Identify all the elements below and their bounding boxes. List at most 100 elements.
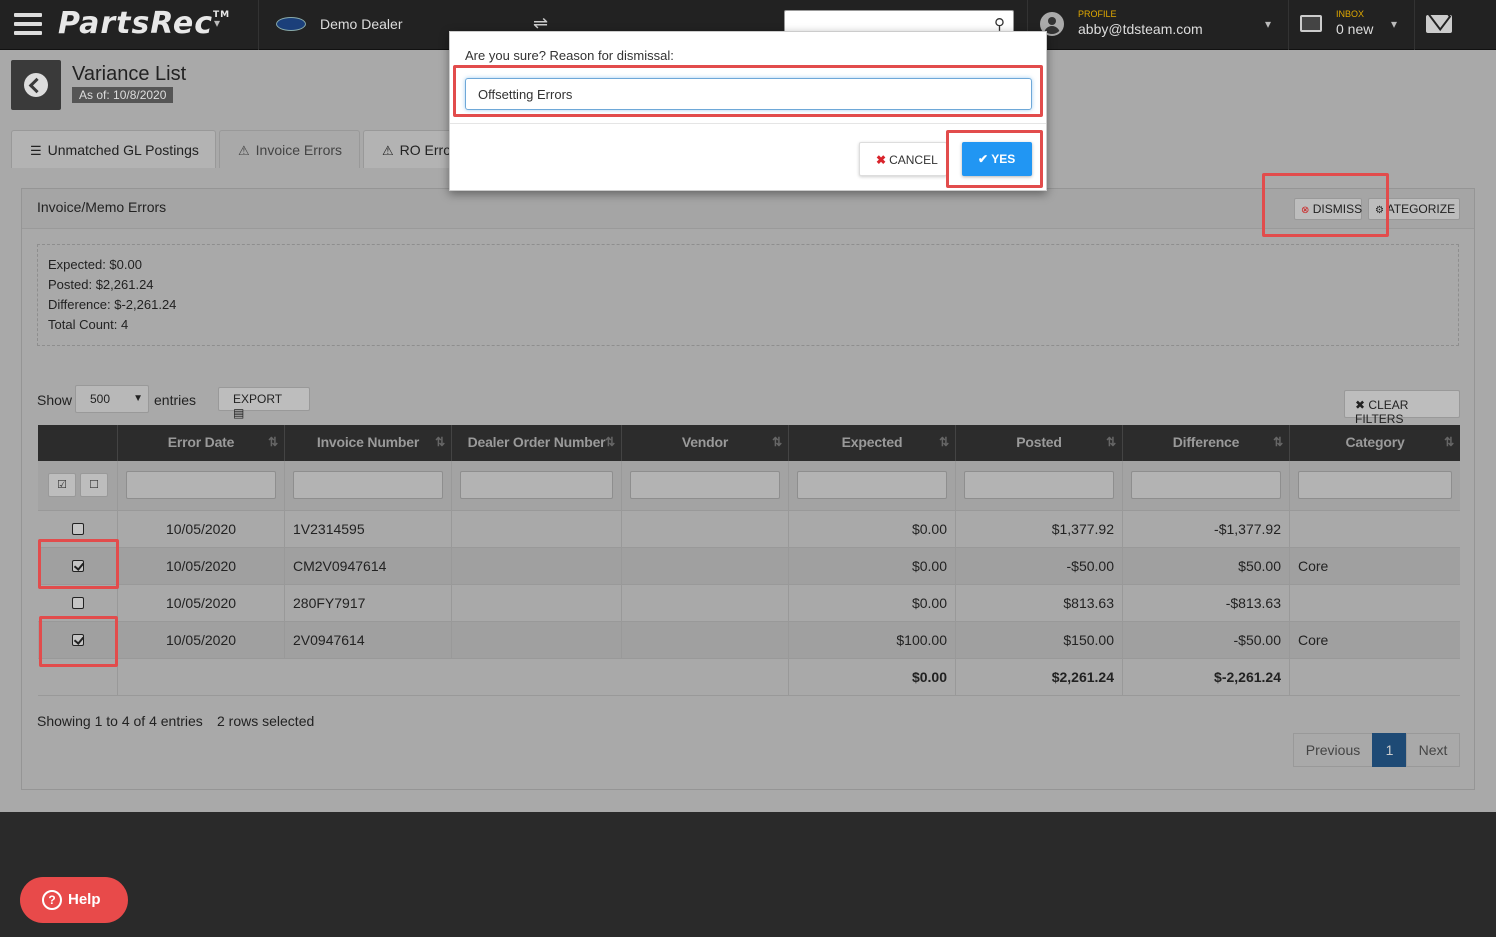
clear-filters-button[interactable]: ✖ CLEAR FILTERS	[1344, 390, 1460, 426]
filter-posted-input[interactable]	[964, 471, 1114, 499]
filter-cell	[622, 461, 789, 510]
filter-dealer-order-number-input[interactable]	[460, 471, 613, 499]
expected-cell: $100.00	[789, 622, 956, 658]
row-checkbox[interactable]	[71, 597, 84, 609]
chevron-down-icon[interactable]: ▾	[1391, 17, 1397, 31]
dealer-order-number-cell	[452, 511, 622, 547]
select-all-button[interactable]: ☑	[48, 473, 76, 497]
invoice-number-cell: 280FY7917	[285, 585, 452, 621]
help-button[interactable]: ? Help	[20, 877, 128, 923]
summary-box: Expected: $0.00 Posted: $2,261.24 Differ…	[37, 244, 1459, 346]
sort-icon[interactable]: ⇅	[1106, 435, 1116, 449]
divider	[450, 123, 1046, 124]
filter-error-date-input[interactable]	[126, 471, 276, 499]
tab-ro-errors[interactable]: ⚠ RO Erro	[363, 130, 453, 168]
filter-expected-input[interactable]	[797, 471, 947, 499]
as-of-badge: As of: 10/8/2020	[72, 87, 174, 103]
cancel-button[interactable]: ✖ CANCEL	[859, 142, 947, 176]
sort-icon[interactable]: ⇅	[772, 435, 782, 449]
row-checkbox[interactable]	[71, 523, 84, 535]
question-icon: ?	[42, 890, 62, 910]
deselect-all-button[interactable]: ☐	[80, 473, 108, 497]
dealer-order-number-cell	[452, 585, 622, 621]
dismissal-reason-input[interactable]: Offsetting Errors	[465, 78, 1032, 110]
tab-unmatched-gl-postings[interactable]: ☰ Unmatched GL Postings	[11, 130, 216, 168]
check-icon: ✔	[978, 152, 989, 166]
dismiss-button[interactable]: ⊗ DISMISS	[1294, 198, 1362, 220]
gear-icon: ⚙	[1375, 205, 1384, 216]
select-all-cell: ☑ ☐	[38, 461, 118, 510]
invoice-number-cell: 2V0947614	[285, 622, 452, 658]
posted-cell: $813.63	[956, 585, 1123, 621]
app-logo[interactable]: PartsRecTM	[58, 6, 230, 41]
filter-invoice-number-input[interactable]	[293, 471, 443, 499]
category-cell	[1290, 585, 1460, 621]
category-cell: Core	[1298, 632, 1329, 648]
filter-category-input[interactable]	[1298, 471, 1452, 499]
row-checkbox-checked[interactable]	[71, 634, 84, 646]
table-row[interactable]: 10/05/2020 2V0947614 $100.00 $150.00 -$5…	[38, 622, 1460, 659]
entries-select[interactable]: 500 ▼	[75, 385, 149, 413]
totals-spacer	[38, 659, 118, 695]
error-date-cell: 10/05/2020	[118, 585, 285, 621]
hamburger-menu-icon[interactable]	[14, 13, 42, 35]
column-header-invoice-number[interactable]: Invoice Number ⇅	[285, 425, 452, 461]
mail-icon[interactable]	[1426, 15, 1452, 33]
column-header-dealer-order-number[interactable]: Dealer Order Number ⇅	[452, 425, 622, 461]
sort-icon[interactable]: ⇅	[1444, 435, 1454, 449]
posted-cell: -$50.00	[956, 548, 1123, 584]
filter-difference-input[interactable]	[1131, 471, 1281, 499]
sort-icon[interactable]: ⇅	[1273, 435, 1283, 449]
vendor-cell	[622, 511, 789, 547]
filter-vendor-input[interactable]	[630, 471, 780, 499]
totals-spacer	[1290, 659, 1460, 695]
invoice-errors-panel: Invoice/Memo Errors ⊗ DISMISS ⚙ ATEGORIZ…	[21, 188, 1475, 790]
profile-email[interactable]: abby@tdsteam.com	[1078, 21, 1203, 37]
panel-header: Invoice/Memo Errors ⊗ DISMISS ⚙ ATEGORIZ…	[22, 189, 1474, 229]
panel-title: Invoice/Memo Errors	[37, 199, 167, 215]
select-cell	[38, 548, 118, 584]
previous-page-button[interactable]: Previous	[1293, 733, 1373, 767]
filter-cell	[789, 461, 956, 510]
divider	[1288, 0, 1289, 50]
difference-cell: -$50.00	[1123, 622, 1290, 658]
table-row[interactable]: 10/05/2020 1V2314595 $0.00 $1,377.92 -$1…	[38, 511, 1460, 548]
next-page-button[interactable]: Next	[1406, 733, 1460, 767]
inbox-count[interactable]: 0 new	[1336, 21, 1373, 37]
table-row[interactable]: 10/05/2020 280FY7917 $0.00 $813.63 -$813…	[38, 585, 1460, 622]
summary-difference: Difference: $-2,261.24	[48, 297, 177, 312]
back-button[interactable]	[11, 60, 61, 110]
sort-icon[interactable]: ⇅	[939, 435, 949, 449]
chevron-down-icon[interactable]: ▾	[1265, 17, 1271, 31]
select-cell	[38, 511, 118, 547]
invoice-number-cell: CM2V0947614	[285, 548, 452, 584]
export-button[interactable]: EXPORT ▤	[218, 387, 310, 420]
filter-row: ☑ ☐	[38, 461, 1460, 511]
column-header-posted[interactable]: Posted ⇅	[956, 425, 1123, 461]
table-row[interactable]: 10/05/2020 CM2V0947614 $0.00 -$50.00 $50…	[38, 548, 1460, 585]
column-header-error-date[interactable]: Error Date ⇅	[118, 425, 285, 461]
column-header-difference[interactable]: Difference ⇅	[1123, 425, 1290, 461]
tab-invoice-errors[interactable]: ⚠ Invoice Errors	[219, 130, 360, 168]
filter-cell	[452, 461, 622, 510]
category-cell	[1290, 511, 1460, 547]
vendor-cell	[622, 585, 789, 621]
filter-cell	[1123, 461, 1290, 510]
dealer-name[interactable]: Demo Dealer	[320, 16, 402, 32]
sort-icon[interactable]: ⇅	[435, 435, 445, 449]
warning-icon: ⚠	[238, 143, 250, 158]
row-checkbox-checked[interactable]	[71, 560, 84, 572]
column-header-category[interactable]: Category ⇅	[1290, 425, 1460, 461]
categorize-button[interactable]: ⚙ ATEGORIZE	[1368, 198, 1460, 220]
chevron-down-icon[interactable]: ▾	[214, 16, 220, 30]
column-header-expected[interactable]: Expected ⇅	[789, 425, 956, 461]
sort-icon[interactable]: ⇅	[605, 435, 615, 449]
column-header-vendor[interactable]: Vendor ⇅	[622, 425, 789, 461]
inbox-icon[interactable]	[1300, 15, 1322, 32]
select-cell	[38, 585, 118, 621]
yes-button[interactable]: ✔ YES	[962, 142, 1032, 176]
error-date-cell: 10/05/2020	[118, 622, 285, 658]
sort-icon[interactable]: ⇅	[268, 435, 278, 449]
table-header-row: Error Date ⇅ Invoice Number ⇅ Dealer Order…	[38, 425, 1460, 461]
page-1-button[interactable]: 1	[1372, 733, 1407, 767]
